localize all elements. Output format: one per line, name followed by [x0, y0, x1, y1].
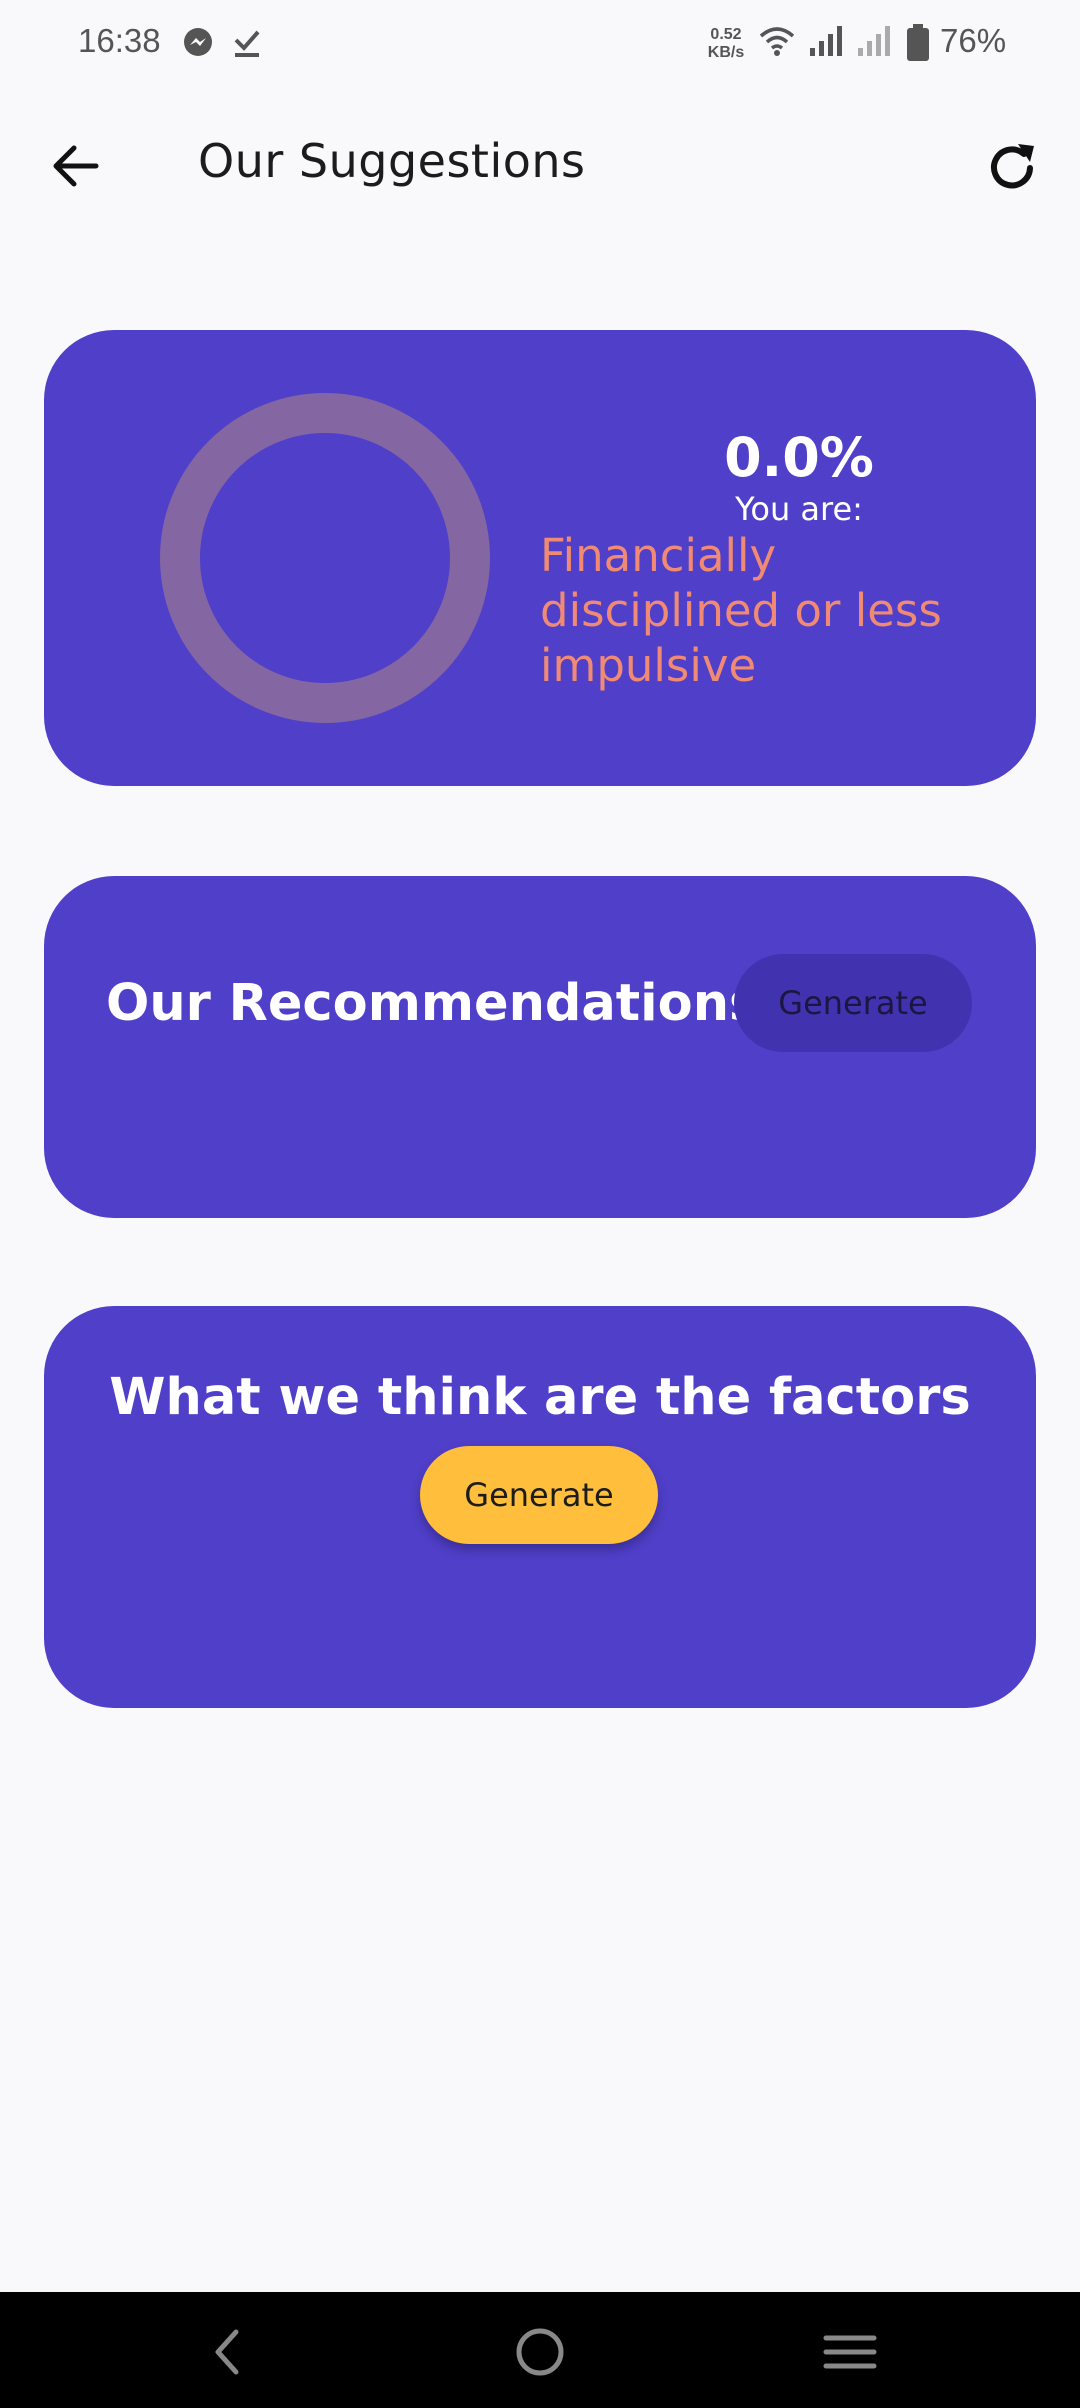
arrow-back-icon: [53, 145, 99, 187]
page-title: Our Suggestions: [198, 134, 586, 188]
generate-factors-button[interactable]: Generate: [420, 1446, 658, 1544]
network-speed-unit: KB/s: [707, 44, 745, 61]
factors-title: What we think are the factors: [109, 1368, 971, 1427]
recommendations-title: Our Recommendations: [106, 974, 760, 1033]
download-check-icon: [232, 26, 262, 62]
system-nav-bar: [0, 2292, 1080, 2408]
screen: 16:38 0.52 KB/s 76% Our Suggestions 0.0%…: [0, 0, 1080, 2408]
nav-back-icon: [215, 2329, 239, 2375]
battery-percentage: 76%: [940, 22, 1007, 59]
nav-back-button[interactable]: [198, 2322, 258, 2382]
factors-card: What we think are the factors Generate: [44, 1306, 1036, 1708]
you-are-label: You are:: [735, 490, 863, 528]
nav-home-button[interactable]: [510, 2322, 570, 2382]
score-percentage: 0.0%: [724, 426, 874, 489]
progress-ring-track: [160, 393, 490, 723]
wifi-icon: [758, 24, 796, 62]
messenger-icon: [182, 26, 214, 62]
app-bar: Our Suggestions: [0, 110, 1080, 220]
signal-sim2-icon: [856, 24, 892, 62]
nav-menu-icon: [823, 2335, 877, 2369]
status-bar: 16:38 0.52 KB/s 76%: [0, 0, 1080, 90]
back-button[interactable]: [44, 134, 108, 198]
progress-ring: [160, 393, 490, 723]
nav-menu-button[interactable]: [820, 2322, 880, 2382]
score-card: 0.0% You are: Financially disciplined or…: [44, 330, 1036, 786]
network-speed: 0.52 KB/s: [703, 26, 749, 62]
network-speed-value: 0.52: [710, 26, 742, 43]
status-time: 16:38: [78, 22, 161, 59]
refresh-button[interactable]: [982, 138, 1042, 198]
nav-home-icon: [516, 2328, 564, 2376]
verdict-text: Financially disciplined or less impulsiv…: [540, 529, 942, 692]
generate-recommendations-button[interactable]: Generate: [734, 954, 972, 1052]
signal-sim1-icon: [808, 24, 844, 62]
refresh-icon: [991, 144, 1034, 189]
recommendations-card: Our Recommendations Generate: [44, 876, 1036, 1218]
battery-icon: [906, 24, 930, 66]
